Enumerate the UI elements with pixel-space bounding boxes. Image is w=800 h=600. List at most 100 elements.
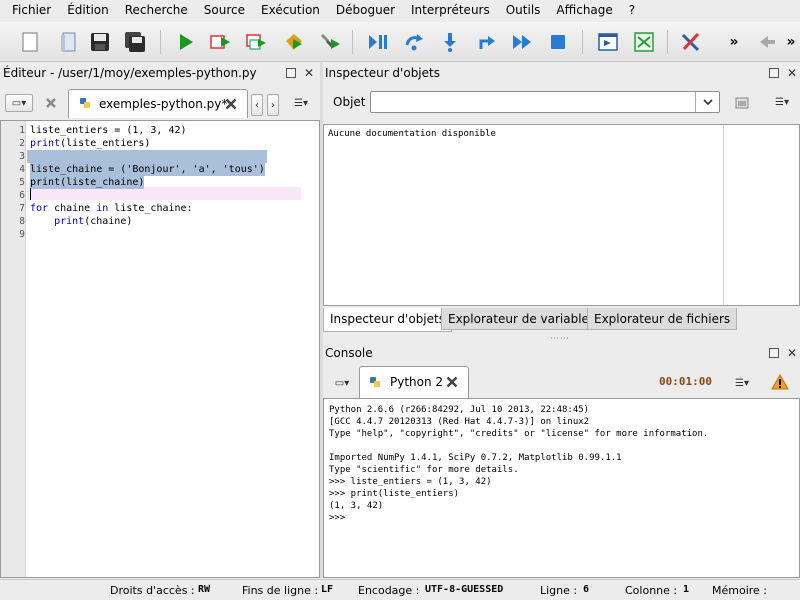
save-all-icon[interactable] <box>123 30 147 54</box>
browse-tabs-icon[interactable]: ▭▾ <box>328 374 356 392</box>
tab-close-icon[interactable] <box>225 98 237 110</box>
step-return-icon[interactable] <box>474 30 498 54</box>
pythonpath-icon[interactable] <box>632 30 656 54</box>
run-icon[interactable] <box>174 30 198 54</box>
maximize-icon[interactable] <box>596 30 620 54</box>
continue-icon[interactable] <box>510 30 534 54</box>
menu-edition[interactable]: Édition <box>59 0 117 21</box>
console-line: Type "help", "copyright", "credits" or "… <box>329 429 709 439</box>
options-menu-icon[interactable]: ☰▾ <box>768 93 796 111</box>
step-into-icon[interactable] <box>438 30 462 54</box>
menu-recherche[interactable]: Recherche <box>117 0 196 21</box>
console-line: (1, 3, 42) <box>329 501 384 511</box>
undock-icon[interactable] <box>769 68 779 78</box>
horizontal-splitter[interactable]: ⋯⋯ <box>550 334 570 344</box>
code-line: for chaine in liste_chaine: <box>30 202 193 215</box>
step-icon[interactable] <box>402 30 426 54</box>
undock-icon[interactable] <box>286 68 296 78</box>
console-output[interactable]: Python 2.6.6 (r266:84292, Jul 10 2013, 2… <box>323 398 800 578</box>
tab-object-inspector[interactable]: Inspecteur d'objets <box>323 308 452 332</box>
console-timer: 00:01:00 <box>659 375 712 388</box>
run-cell-icon[interactable] <box>208 30 232 54</box>
undock-icon[interactable] <box>769 348 779 358</box>
access-value: RW <box>198 584 211 595</box>
chevron-down-icon[interactable] <box>695 92 719 112</box>
line-number: 8 <box>19 216 25 227</box>
tools-icon[interactable] <box>679 30 703 54</box>
toolbar: » » <box>0 22 800 62</box>
memory-label: Mémoire : <box>712 584 768 597</box>
line-number: 2 <box>19 138 25 149</box>
line-number: 6 <box>19 190 25 201</box>
stop-icon[interactable] <box>546 30 570 54</box>
encoding-value: UTF-8-GUESSED <box>425 584 504 595</box>
menu-outils[interactable]: Outils <box>498 0 549 21</box>
console-prompt[interactable]: >>> <box>329 512 351 524</box>
console-tab-label: Python 2 <box>390 375 444 389</box>
menubar: Fichier Édition Recherche Source Exécuti… <box>0 0 800 21</box>
python-icon <box>369 376 381 388</box>
menu-interpreteurs[interactable]: Interpréteurs <box>403 0 498 21</box>
text-cursor <box>30 188 31 200</box>
keyword-in: in <box>96 203 109 214</box>
access-label: Droits d'accès : <box>110 584 195 597</box>
warning-icon[interactable] <box>771 373 789 390</box>
builtin-print: print <box>30 138 61 149</box>
lock-icon[interactable] <box>733 93 751 111</box>
console-line: Imported NumPy 1.4.1, SciPy 0.7.2, Matpl… <box>329 453 622 463</box>
menu-fichier[interactable]: Fichier <box>4 0 59 21</box>
menu-deboguer[interactable]: Déboguer <box>328 0 403 21</box>
line-value: 6 <box>583 584 590 595</box>
tab-scroll-right-icon[interactable]: › <box>267 94 279 116</box>
run-selection-icon[interactable] <box>282 30 306 54</box>
open-file-icon[interactable] <box>56 30 80 54</box>
menu-help[interactable]: ? <box>621 0 643 21</box>
editor-tab[interactable]: exemples-python.py* <box>68 89 248 118</box>
line-number: 4 <box>19 164 25 175</box>
menu-execution[interactable]: Exécution <box>253 0 328 21</box>
eol-label: Fins de ligne : <box>242 584 319 597</box>
code-line: print(liste_entiers) <box>30 137 150 150</box>
options-menu-icon[interactable]: ☰▾ <box>287 94 315 112</box>
new-file-icon[interactable] <box>18 30 42 54</box>
console-line: Python 2.6.6 (r266:84292, Jul 10 2013, 2… <box>329 405 590 415</box>
back-icon[interactable] <box>755 30 779 54</box>
line-number: 1 <box>19 125 25 136</box>
eol-value: LF <box>321 584 334 595</box>
statusbar: Droits d'accès : RW Fins de ligne : LF E… <box>0 579 800 600</box>
code-editor[interactable]: 1 2 3 4 5 6 7 8 9 liste_entiers = (1, 3,… <box>0 120 320 578</box>
code-text: liste_chaine: <box>108 203 193 214</box>
menu-source[interactable]: Source <box>196 0 253 21</box>
code-line: print(chaine) <box>30 215 132 228</box>
keyword-for: for <box>30 203 49 214</box>
run-cell-advance-icon[interactable] <box>244 30 268 54</box>
code-line: liste_entiers = (1, 3, 42) <box>30 125 187 136</box>
object-combobox[interactable] <box>370 91 720 113</box>
close-tab-icon[interactable] <box>40 94 62 112</box>
toolbar-overflow-1[interactable]: » <box>722 30 746 54</box>
menu-affichage[interactable]: Affichage <box>548 0 620 21</box>
toolbar-overflow-2[interactable]: » <box>779 30 800 54</box>
line-label: Ligne : <box>540 584 578 597</box>
tab-file-explorer[interactable]: Explorateur de fichiers <box>587 308 738 330</box>
save-icon[interactable] <box>88 30 112 54</box>
object-input[interactable] <box>373 93 693 111</box>
tab-variable-explorer[interactable]: Explorateur de variables <box>441 308 603 330</box>
options-menu-icon[interactable]: ☰▾ <box>728 374 756 392</box>
console-tab[interactable]: Python 2 <box>359 366 469 398</box>
line-number-gutter: 1 2 3 4 5 6 7 8 9 <box>1 121 26 577</box>
console-line: >>> print(liste_entiers) <box>329 489 460 499</box>
debug-icon[interactable] <box>318 30 342 54</box>
inspector-doc-area: Aucune documentation disponible <box>323 124 800 306</box>
browse-tabs-icon[interactable]: ▭▾ <box>5 94 33 112</box>
close-icon[interactable]: ✕ <box>786 347 798 359</box>
tab-close-icon[interactable] <box>446 376 458 388</box>
line-number: 5 <box>19 177 25 188</box>
debug-continue-icon[interactable] <box>366 30 390 54</box>
code-line-selected: liste_chaine = ('Bonjour', 'a', 'tous') <box>30 163 265 176</box>
close-icon[interactable]: ✕ <box>303 67 315 79</box>
code-line-selected: print(liste_chaine) <box>30 176 145 189</box>
close-icon[interactable]: ✕ <box>786 67 798 79</box>
tab-scroll-left-icon[interactable]: ‹ <box>251 94 263 116</box>
